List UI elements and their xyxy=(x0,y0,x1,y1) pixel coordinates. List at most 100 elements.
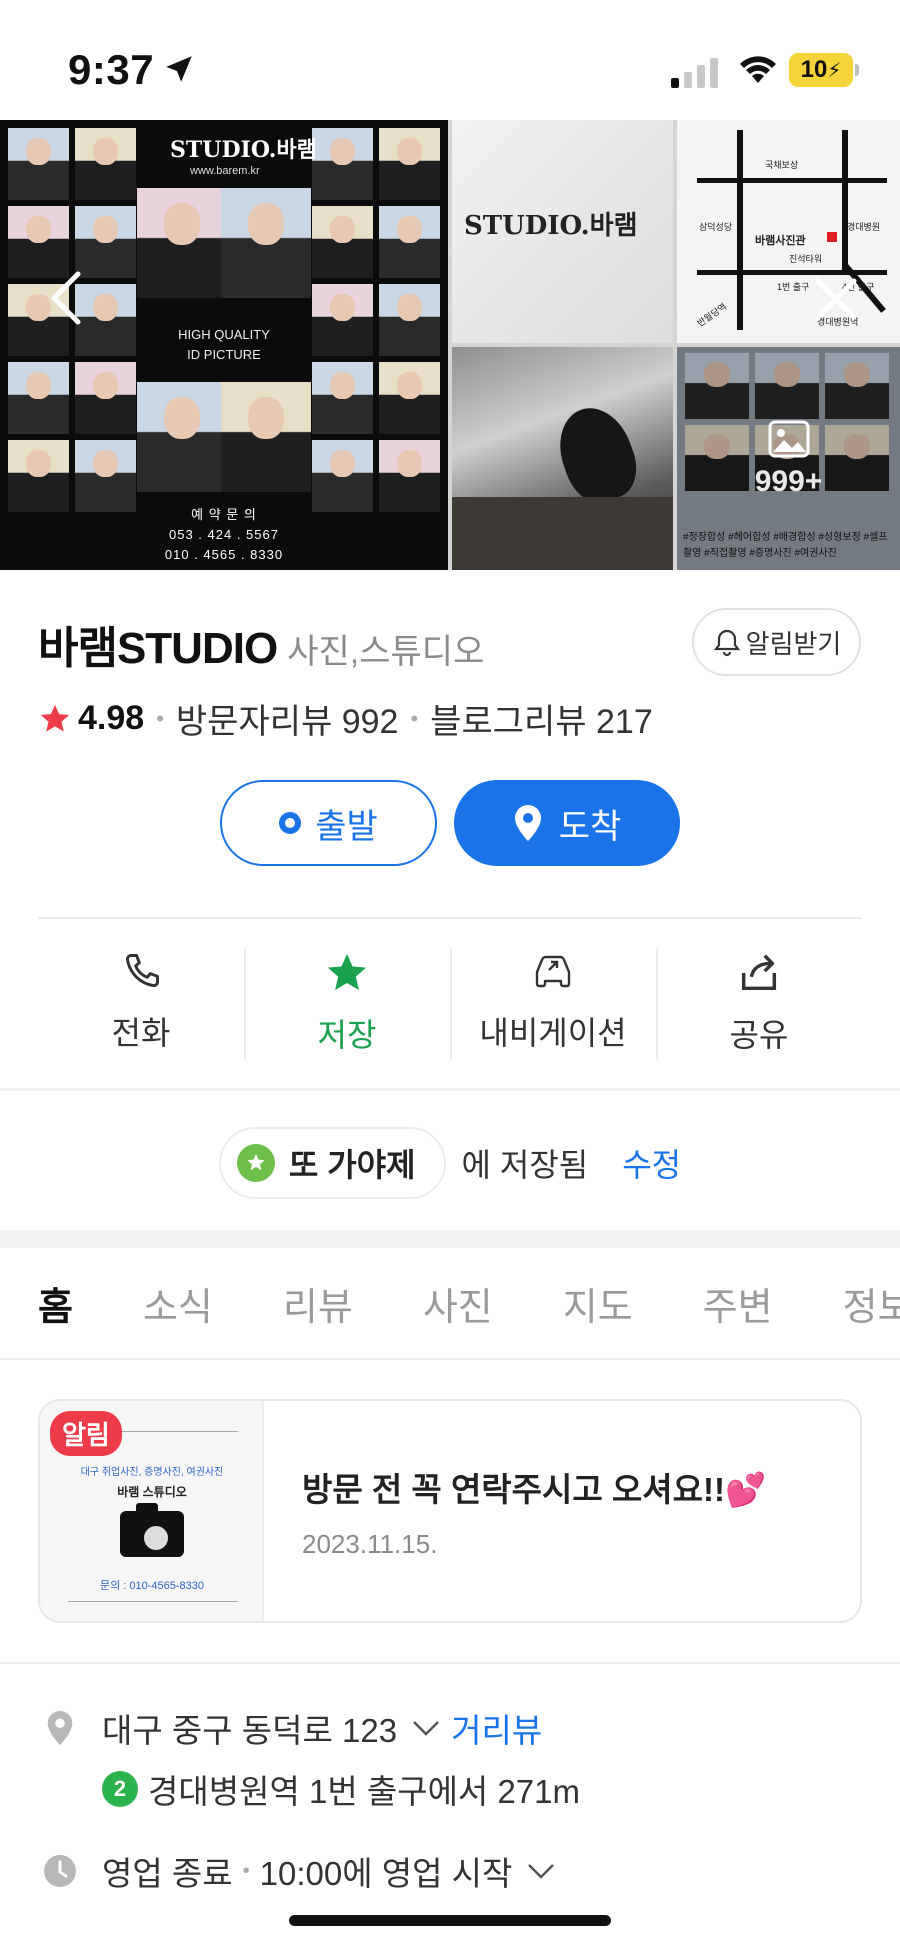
saved-edit-link[interactable]: 수정 xyxy=(622,1140,681,1186)
arrive-label: 도착 xyxy=(558,807,622,846)
subway-line-badge: 2 xyxy=(102,1771,138,1807)
map-pin-icon xyxy=(514,805,541,841)
portrait-thumb xyxy=(75,284,136,356)
tab-reviews[interactable]: 리뷰 xyxy=(283,1276,353,1331)
alarm-subscribe-label: 알림받기 xyxy=(745,628,842,659)
rating-row: 4.98 • 방문자리뷰 992 • 블로그리뷰 217 xyxy=(38,694,653,743)
chevron-down-icon[interactable] xyxy=(411,1718,441,1738)
back-arrow-icon[interactable] xyxy=(48,270,84,326)
street-view-link[interactable]: 거리뷰 xyxy=(451,1704,542,1752)
booking-label: 예 약 문 의 xyxy=(191,507,257,522)
save-label: 저장 xyxy=(317,1017,377,1053)
map-label: 진석타워 xyxy=(789,254,823,264)
blog-reviews-link[interactable]: 블로그리뷰 217 xyxy=(430,694,653,743)
share-icon xyxy=(741,954,777,991)
subway-text: 경대병원역 1번 출구에서 271m xyxy=(148,1773,581,1810)
save-action[interactable]: 저장 xyxy=(244,940,450,1062)
main-brand-text: STUDIO.바램 xyxy=(170,137,317,163)
right-thumb-grid xyxy=(312,128,440,512)
photo-gallery[interactable]: STUDIO.바램 www.barem.kr HIGH QUALITY ID PI… xyxy=(0,120,900,570)
battery-tip xyxy=(855,64,859,76)
share-action[interactable]: 공유 xyxy=(656,940,862,1062)
separator-dot: • xyxy=(156,705,164,731)
main-tagline: HIGH QUALITY ID PICTURE xyxy=(150,325,298,365)
alarm-subscribe-button[interactable]: 알림받기 xyxy=(692,608,861,676)
tab-news[interactable]: 소식 xyxy=(143,1276,213,1331)
location-arrow-icon xyxy=(166,56,192,82)
tagline-line-1: HIGH QUALITY xyxy=(178,327,270,342)
car-icon xyxy=(535,955,571,988)
thumb-title: 바램 스튜디오 xyxy=(117,1485,187,1499)
gallery-photo-map[interactable]: 국채보상 경대병원 삼덕성당 바램사진관 진석타워 1번 출구 4번 출구 반월… xyxy=(677,120,900,343)
notice-date: 2023.11.15. xyxy=(302,1529,438,1559)
portrait-thumb xyxy=(312,284,373,356)
portrait-thumb xyxy=(8,440,69,512)
arrive-button[interactable]: 도착 xyxy=(454,780,680,866)
portrait-thumb xyxy=(312,206,373,278)
place-title-row: 바램STUDIO 사진,스튜디오 xyxy=(38,612,484,676)
battery-indicator: 10 ⚡ xyxy=(789,53,853,87)
saved-list-row: 또 가야제 에 저장됨 수정 xyxy=(0,1120,900,1206)
portrait-thumb xyxy=(379,440,440,512)
section-band xyxy=(0,1230,900,1248)
place-category: 사진,스튜디오 xyxy=(287,633,485,671)
clock-icon xyxy=(38,1853,82,1889)
charging-bolt-icon: ⚡ xyxy=(827,59,842,82)
portrait-thumb xyxy=(312,440,373,512)
tab-home[interactable]: 홈 xyxy=(38,1276,73,1331)
divider xyxy=(0,1662,900,1664)
notice-text: 방문 전 꼭 연락주시고 오셔요!!💕 xyxy=(302,1471,767,1508)
saved-list-chip[interactable]: 또 가야제 xyxy=(218,1127,446,1199)
portrait-thumb xyxy=(379,128,440,200)
saved-star-badge-icon xyxy=(236,1144,275,1182)
image-gallery-icon xyxy=(768,420,809,457)
portrait-thumb xyxy=(75,362,136,434)
call-action[interactable]: 전화 xyxy=(38,940,244,1062)
tab-map[interactable]: 지도 xyxy=(563,1276,633,1331)
notice-card[interactable]: 대구 취업사진, 증명사진, 여권사진 바램 스튜디오 문의 : 010-456… xyxy=(38,1399,862,1623)
tab-info[interactable]: 정보 xyxy=(843,1276,900,1331)
portrait-thumb xyxy=(312,362,373,434)
status-time: 9:37 xyxy=(68,46,155,93)
portrait-thumb xyxy=(379,284,440,356)
map-label: 반월당역 xyxy=(695,301,729,329)
map-road xyxy=(842,130,848,270)
hours-status: 영업 종료 xyxy=(102,1855,233,1892)
map-label: 1번 출구 xyxy=(777,282,810,292)
share-label: 공유 xyxy=(729,1017,789,1053)
map-label: 국채보상 xyxy=(765,160,799,170)
phone-icon xyxy=(125,954,159,988)
separator-dot: • xyxy=(410,705,419,731)
home-indicator xyxy=(289,1915,611,1926)
hours-next: 10:00에 영업 시작 xyxy=(259,1855,513,1892)
thumb-subtitle: 대구 취업사진, 증명사진, 여권사진 xyxy=(80,1467,224,1478)
address-text[interactable]: 대구 중구 동덕로 123 xyxy=(102,1704,397,1752)
map-label: 바램사진관 xyxy=(755,235,806,247)
gallery-photo-main[interactable]: STUDIO.바램 www.barem.kr HIGH QUALITY ID PI… xyxy=(0,120,448,570)
map-label: 경대병원 xyxy=(847,222,881,232)
depart-label: 출발 xyxy=(315,807,378,846)
hours-row[interactable]: 영업 종료 • 10:00에 영업 시작 xyxy=(38,1847,556,1895)
thumb-phone: 문의 : 010-4565-8330 xyxy=(99,1580,205,1592)
chevron-down-icon[interactable] xyxy=(526,1861,556,1881)
gallery-photo-logo[interactable]: STUDIO.바램 xyxy=(452,120,673,343)
portrait-thumb xyxy=(75,128,136,200)
tab-nearby[interactable]: 주변 xyxy=(703,1276,773,1331)
navigation-action[interactable]: 내비게이션 xyxy=(450,940,656,1062)
rating-score: 4.98 xyxy=(78,699,145,737)
portrait-thumb xyxy=(75,206,136,278)
portrait-thumb xyxy=(8,206,69,278)
close-icon[interactable] xyxy=(812,275,860,323)
tab-photos[interactable]: 사진 xyxy=(423,1276,493,1331)
divider xyxy=(38,917,862,919)
portrait-thumb xyxy=(312,128,373,200)
map-marker xyxy=(827,232,837,242)
gallery-photo-studio[interactable] xyxy=(452,347,673,570)
portrait-thumb xyxy=(379,206,440,278)
visitor-reviews-link[interactable]: 방문자리뷰 992 xyxy=(176,694,399,743)
booking-phone-2: 010 . 4565 . 8330 xyxy=(164,547,284,562)
gallery-more-photos[interactable]: 999+ #정장합성 #헤어합성 #배경합성 #성형보정 #셀프촬영 #직접촬영… xyxy=(677,347,900,570)
studio-light xyxy=(547,397,647,512)
logo-text: STUDIO.바램 xyxy=(464,211,638,241)
depart-button[interactable]: 출발 xyxy=(220,780,437,866)
